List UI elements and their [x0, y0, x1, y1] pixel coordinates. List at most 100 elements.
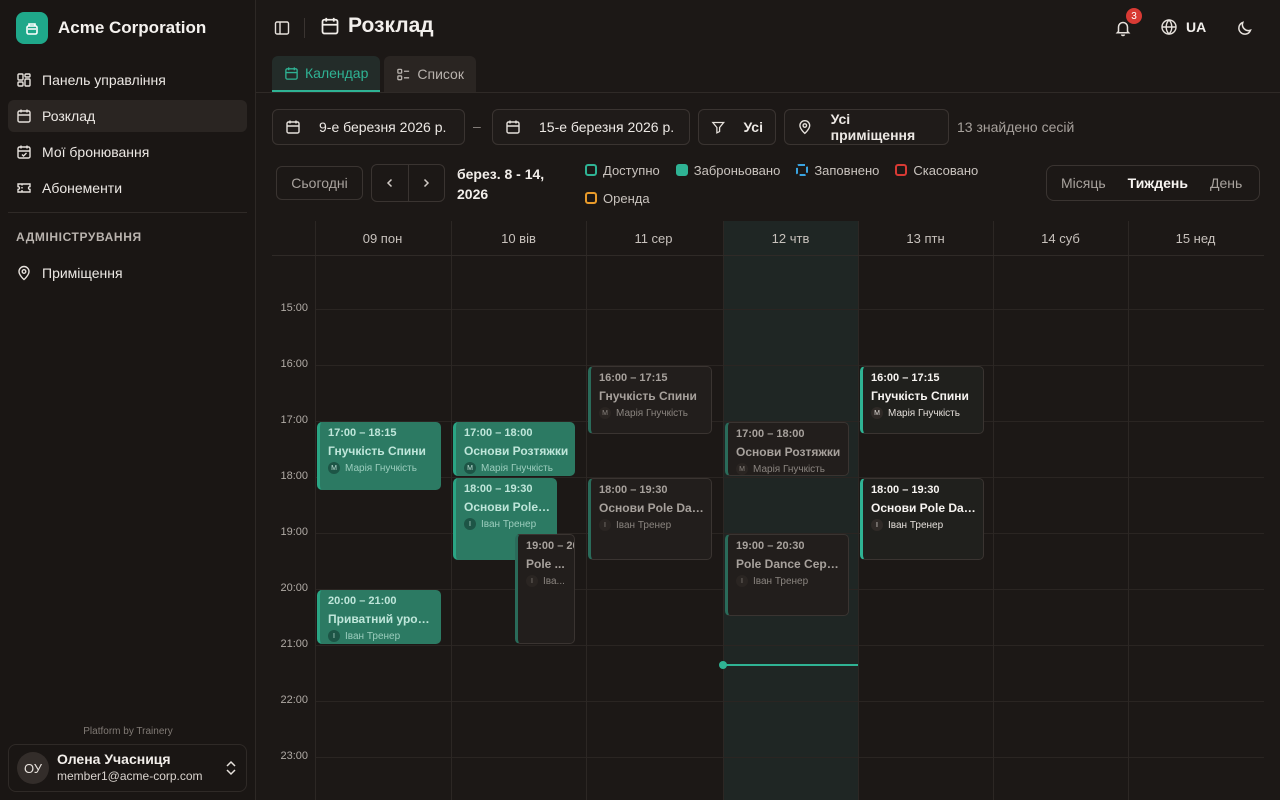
session-title: Pole Dance Сере... — [736, 557, 842, 571]
language-switcher[interactable]: UA — [1160, 18, 1206, 36]
sidebar-item-memberships[interactable]: Абонементи — [8, 172, 247, 204]
view-tabs: Календар Список — [272, 56, 476, 92]
calendar-icon — [506, 120, 520, 134]
notification-count-badge: 3 — [1126, 8, 1142, 24]
legend-label: Заброньовано — [693, 162, 781, 178]
sidebar-item-dashboard[interactable]: Панель управління — [8, 64, 247, 96]
user-name: Олена Учасниця — [57, 751, 171, 767]
session-card[interactable]: 19:00 – 20:30 Pole Dance Сере... І Іван Тре… — [725, 534, 849, 616]
ticket-icon — [17, 183, 31, 193]
legend-swatch — [675, 164, 688, 176]
session-trainer: М Марія Гнучкість — [736, 463, 842, 475]
day-header: 09 пон — [362, 230, 403, 246]
session-card[interactable]: 18:00 – 19:30 Основи Pole Dan... І Іван Тре… — [860, 478, 984, 560]
day-column-divider — [451, 221, 452, 800]
view-day[interactable]: День — [1199, 169, 1253, 197]
legend-rental: Оренда — [585, 188, 650, 208]
date-to-value: 15-е березня 2026 р. — [539, 119, 675, 135]
session-time: 18:00 – 19:30 — [871, 484, 940, 496]
time-label: 16:00 — [280, 358, 308, 370]
trainer-name: Іван Тренер — [888, 519, 944, 531]
user-menu[interactable]: ОУ Олена Учасниця member1@acme-corp.com — [8, 744, 247, 792]
session-trainer: І Іван Тренер — [599, 519, 705, 531]
next-week-button[interactable] — [407, 165, 445, 201]
tabs-divider — [256, 92, 1280, 93]
session-card[interactable]: 18:00 – 19:30 Основи Pole Dan... І Іван Тре… — [588, 478, 712, 560]
session-title: Основи Pole ... — [464, 500, 551, 514]
date-range-year: 2026 — [457, 186, 489, 202]
session-trainer: І Іван Тренер — [328, 630, 435, 642]
day-header: 13 птн — [906, 230, 945, 246]
tab-list[interactable]: Список — [384, 56, 476, 92]
date-to-picker[interactable]: 15-е березня 2026 р. — [492, 109, 690, 145]
legend-label: Скасовано — [913, 162, 979, 178]
session-card[interactable]: 16:00 – 17:15 Гнучкість Спини М Марія Гнучк… — [860, 366, 984, 434]
list-icon — [397, 68, 410, 80]
hour-gridline — [315, 701, 1264, 702]
calendar-icon — [286, 120, 300, 134]
day-column-divider — [723, 221, 724, 800]
time-label: 18:00 — [280, 470, 308, 482]
sidebar-item-rooms[interactable]: Приміщення — [8, 257, 247, 289]
sidebar-item-schedule[interactable]: Розклад — [8, 100, 247, 132]
prev-week-button[interactable] — [372, 165, 408, 201]
session-title: Основи Розтяжки — [464, 444, 569, 458]
session-title: Основи Pole Dan... — [871, 501, 977, 515]
week-calendar: 14:0015:0016:0017:0018:0019:0020:0021:00… — [272, 221, 1264, 800]
legend-label: Оренда — [603, 190, 650, 206]
day-column-divider — [858, 221, 859, 800]
brand[interactable]: Acme Corporation — [16, 12, 206, 44]
trainer-avatar: М — [328, 462, 340, 474]
calendar-check-icon — [17, 145, 31, 159]
tab-calendar[interactable]: Календар — [272, 56, 381, 92]
sidebar-nav: Панель управління Розклад Мої бронювання… — [8, 64, 247, 293]
session-title: Гнучкість Спини — [871, 389, 969, 403]
session-title: Приватний урок ... — [328, 612, 435, 626]
time-label: 21:00 — [280, 638, 308, 650]
trainer-avatar: І — [871, 519, 883, 531]
filter-icon — [711, 121, 726, 134]
day-column-divider — [315, 221, 316, 800]
sidebar-item-bookings[interactable]: Мої бронювання — [8, 136, 247, 168]
session-card[interactable]: 19:00 – 20 Pole ... І Іва... — [515, 534, 575, 644]
day-column-divider — [993, 221, 994, 800]
calendar-icon — [17, 109, 31, 123]
trainer-filter[interactable]: Усі — [698, 109, 776, 145]
today-button[interactable]: Сьогодні — [276, 166, 363, 200]
sessions-found-count: 13 знайдено сесій — [957, 119, 1075, 135]
chevron-right-icon — [424, 178, 430, 188]
brand-name: Acme Corporation — [58, 18, 207, 37]
calendar-icon — [285, 66, 298, 80]
view-switcher: Місяць Тиждень День — [1046, 165, 1260, 201]
view-week[interactable]: Тиждень — [1116, 169, 1199, 197]
session-card[interactable]: 17:00 – 18:15 Гнучкість Спини М Марія Гнучк… — [317, 422, 441, 490]
date-from-picker[interactable]: 9-е березня 2026 р. — [272, 109, 465, 145]
moon-icon[interactable] — [1236, 19, 1254, 37]
room-filter[interactable]: Усі приміщення — [784, 109, 949, 145]
trainer-name: Марія Гнучкість — [753, 463, 825, 475]
trainer-avatar: І — [736, 575, 748, 587]
header: Розклад 3 UA — [256, 0, 1280, 56]
header-divider — [304, 18, 305, 38]
session-card[interactable]: 17:00 – 18:00 Основи Розтяжки М Марія Гнучк… — [725, 422, 849, 476]
page-title-text: Розклад — [348, 14, 434, 37]
trainer-avatar: І — [328, 630, 340, 642]
trainer-name: Марія Гнучкість — [888, 407, 960, 419]
time-label: 15:00 — [280, 302, 308, 314]
dashboard-icon — [17, 73, 31, 87]
session-trainer: М Марія Гнучкість — [464, 462, 569, 474]
trainer-filter-value: Усі — [743, 119, 763, 135]
session-card[interactable]: 16:00 – 17:15 Гнучкість Спини М Марія Гнучк… — [588, 366, 712, 434]
header-divider — [272, 255, 1264, 256]
legend-swatch — [796, 164, 809, 176]
sidebar-toggle-icon[interactable] — [274, 20, 290, 36]
language-label: UA — [1186, 19, 1207, 35]
session-time: 16:00 – 17:15 — [599, 372, 668, 384]
week-navigation — [371, 164, 445, 202]
session-card[interactable]: 20:00 – 21:00 Приватний урок ... І Іван Тре… — [317, 590, 441, 644]
session-card[interactable]: 17:00 – 18:00 Основи Розтяжки М Марія Гнучк… — [453, 422, 575, 476]
trainer-avatar: І — [464, 518, 476, 530]
session-time: 17:00 – 18:00 — [464, 427, 533, 439]
view-month[interactable]: Місяць — [1050, 169, 1117, 197]
sidebar: Acme Corporation Панель управління Розкл… — [0, 0, 256, 800]
